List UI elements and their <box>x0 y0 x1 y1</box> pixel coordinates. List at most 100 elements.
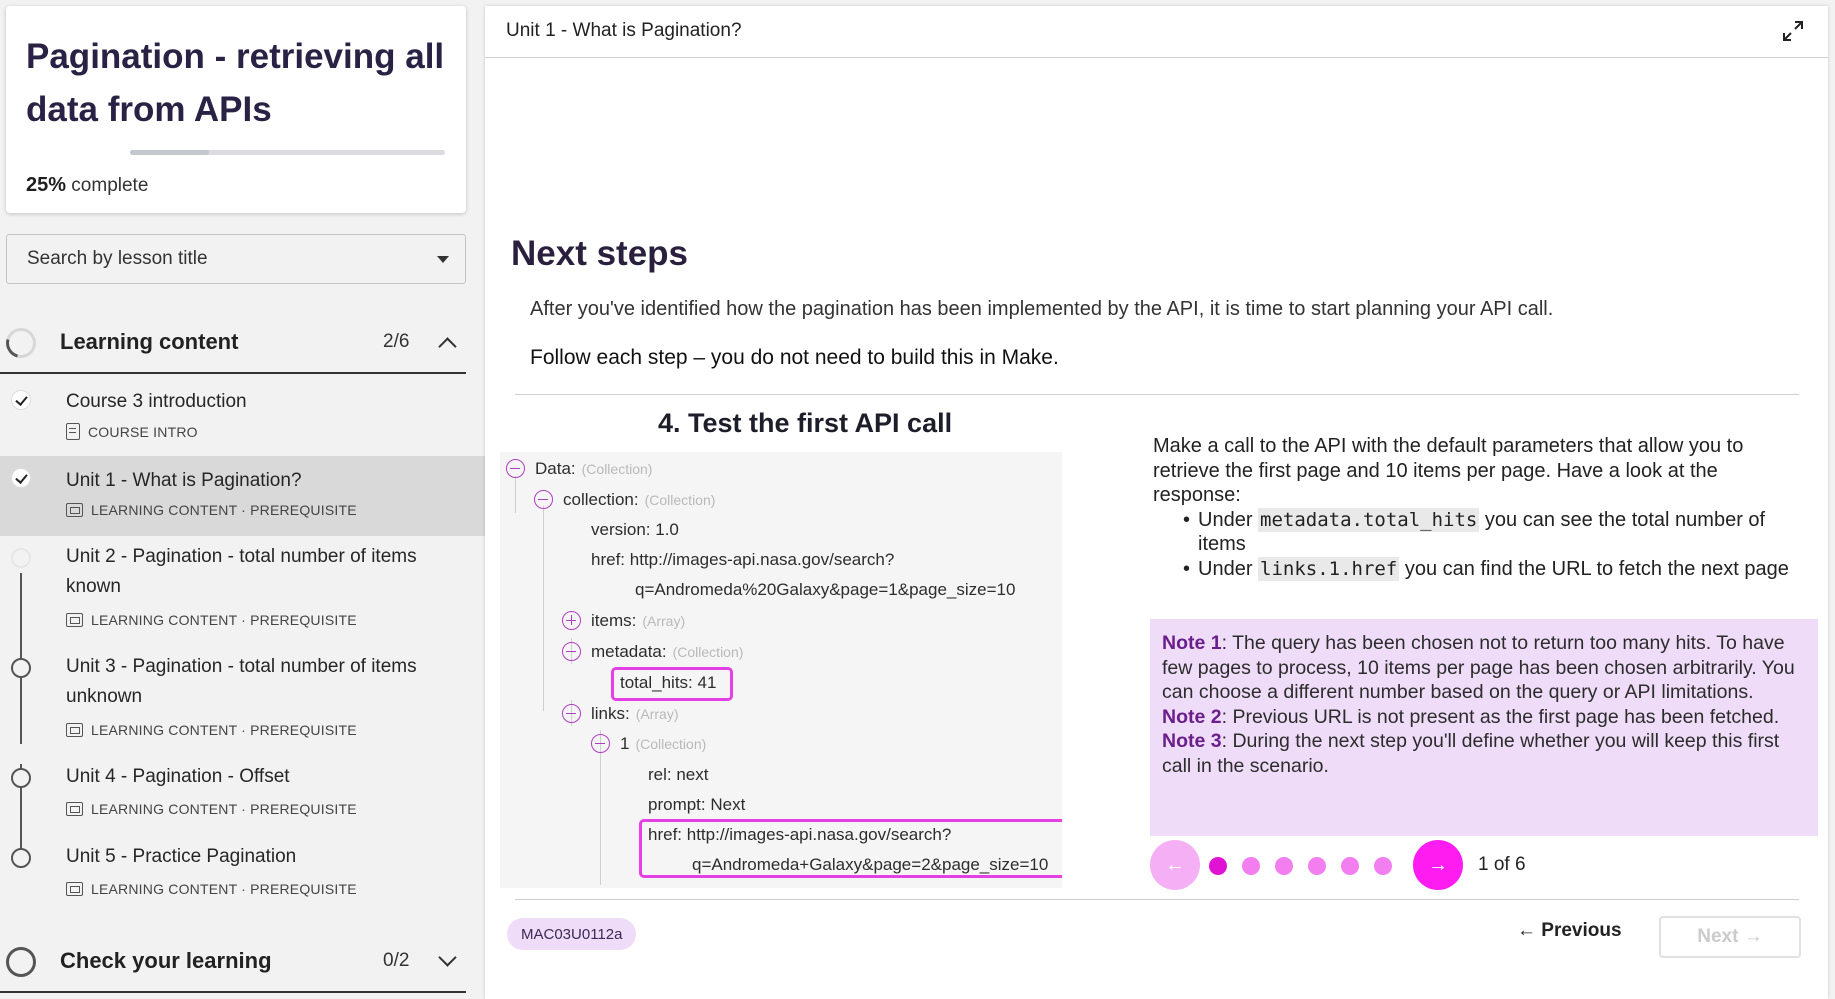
next-button[interactable]: Next → <box>1659 916 1801 958</box>
lesson-item-unit-4[interactable]: Unit 4 - Pagination - Offset LEARNING CO… <box>0 756 485 836</box>
content-header: Unit 1 - What is Pagination? <box>485 6 1828 58</box>
previous-button[interactable]: ← Previous <box>1517 920 1622 942</box>
lesson-item-unit-1[interactable]: Unit 1 - What is Pagination? LEARNING CO… <box>0 456 485 536</box>
lesson-title: Unit 3 - Pagination - total number of it… <box>66 656 417 707</box>
section-count: 0/2 <box>383 950 410 971</box>
progress-suffix: complete <box>66 175 149 196</box>
progress-bar <box>130 150 445 155</box>
tree-node-href: href: http://images-api.nasa.gov/search? <box>591 550 895 569</box>
caret-down-icon <box>437 256 449 263</box>
tree-node-metadata: metadata: (Collection) <box>591 642 744 661</box>
circle-icon <box>11 848 31 868</box>
circle-icon <box>11 768 31 788</box>
notes-callout: Note 1: The query has been chosen not to… <box>1150 619 1818 836</box>
chevron-up-icon[interactable] <box>438 337 457 356</box>
note-3: Note 3: During the next step you'll defi… <box>1162 730 1780 777</box>
note-1: Note 1: The query has been chosen not to… <box>1162 632 1795 703</box>
document-icon <box>66 423 80 440</box>
lesson-item-unit-2[interactable]: Unit 2 - Pagination - total number of it… <box>0 536 485 646</box>
divider <box>515 394 1799 395</box>
collapse-icon[interactable] <box>534 490 553 509</box>
course-title-card: Pagination - retrieving all data from AP… <box>6 6 466 213</box>
carousel-dot[interactable] <box>1275 857 1293 875</box>
step-carousel: ← → 1 of 6 <box>1150 840 1550 894</box>
lesson-meta: LEARNING CONTENT · PREREQUISITE <box>91 502 357 518</box>
tree-node-next-href-cont: q=Andromeda+Galaxy&page=2&page_size=10 <box>692 855 1049 874</box>
tree-node-version: version: 1.0 <box>591 520 679 539</box>
tree-node-data: Data: (Collection) <box>535 459 653 478</box>
carousel-dot[interactable] <box>1374 857 1392 875</box>
expand-node-icon[interactable] <box>562 611 581 630</box>
course-title: Pagination - retrieving all data from AP… <box>26 37 445 129</box>
step-bullets: Under metadata.total_hits you can see th… <box>1183 507 1793 582</box>
lesson-search-select[interactable]: Search by lesson title <box>6 234 466 284</box>
section-label: Learning content <box>60 329 239 354</box>
tree-node-items: items: (Array) <box>591 611 686 630</box>
arrow-right-icon: → <box>1428 853 1448 876</box>
carousel-dot[interactable] <box>1308 857 1326 875</box>
tree-node-next-href: href: http://images-api.nasa.gov/search? <box>648 825 952 844</box>
tree-node-rel: rel: next <box>648 765 709 784</box>
carousel-next-button[interactable]: → <box>1413 840 1463 890</box>
lesson-meta: COURSE INTRO <box>88 423 198 440</box>
step-description-text: Make a call to the API with the default … <box>1153 435 1744 506</box>
expand-icon[interactable] <box>1782 20 1804 42</box>
lesson-content-panel: Unit 1 - What is Pagination? Next steps … <box>485 6 1828 999</box>
tree-line <box>600 730 601 885</box>
section-count: 2/6 <box>383 331 410 352</box>
follow-text: Follow each step – you do not need to bu… <box>530 346 1059 369</box>
carousel-dot[interactable] <box>1341 857 1359 875</box>
tree-node-prompt: prompt: Next <box>648 795 746 814</box>
progress-ring-icon <box>6 947 36 977</box>
tree-node-collection: collection: (Collection) <box>563 490 716 509</box>
step-description: Make a call to the API with the default … <box>1153 434 1793 581</box>
lesson-title: Course 3 introduction <box>66 391 247 412</box>
circle-icon <box>11 548 31 568</box>
slides-icon <box>66 503 83 517</box>
lesson-title: Unit 2 - Pagination - total number of it… <box>66 546 417 597</box>
lesson-meta: LEARNING CONTENT · PREREQUISITE <box>91 881 357 897</box>
tree-node-total-hits: total_hits: 41 <box>620 673 717 692</box>
progress-bar-fill <box>130 150 209 155</box>
json-response-tree: Data: (Collection) collection: (Collection… <box>500 452 1062 888</box>
lesson-title: Unit 5 - Practice Pagination <box>66 846 297 867</box>
collapse-icon[interactable] <box>591 734 610 753</box>
collapse-icon[interactable] <box>562 642 581 661</box>
check-icon <box>11 468 31 488</box>
progress-percent: 25% <box>26 174 67 196</box>
lesson-item-unit-5[interactable]: Unit 5 - Practice Pagination LEARNING CO… <box>0 836 485 916</box>
tree-node-1: 1 (Collection) <box>620 734 707 753</box>
lesson-search-placeholder: Search by lesson title <box>27 248 208 269</box>
lesson-title: Unit 4 - Pagination - Offset <box>66 766 290 787</box>
carousel-dot[interactable] <box>1209 857 1227 875</box>
lesson-meta: LEARNING CONTENT · PREREQUISITE <box>91 801 357 817</box>
section-label: Check your learning <box>60 948 272 973</box>
chevron-down-icon[interactable] <box>438 948 457 967</box>
breadcrumb: Unit 1 - What is Pagination? <box>506 20 742 41</box>
slides-icon <box>66 882 83 896</box>
carousel-counter: 1 of 6 <box>1478 854 1526 875</box>
note-2: Note 2: Previous URL is not present as t… <box>1162 705 1780 728</box>
section-check-your-learning[interactable]: Check your learning 0/2 <box>0 931 466 993</box>
slides-icon <box>66 802 83 816</box>
circle-icon <box>11 658 31 678</box>
lesson-meta: LEARNING CONTENT · PREREQUISITE <box>91 722 357 738</box>
lesson-code-badge: MAC03U0112a <box>507 918 637 950</box>
lesson-sidebar: Pagination - retrieving all data from AP… <box>0 0 485 999</box>
bullet-total-hits: Under metadata.total_hits you can see th… <box>1183 507 1793 557</box>
tree-line <box>543 506 544 711</box>
check-icon <box>11 390 31 410</box>
progress-ring-icon <box>0 322 42 364</box>
progress-text: 25% complete <box>26 174 148 197</box>
tree-line <box>515 476 516 513</box>
lesson-item-unit-3[interactable]: Unit 3 - Pagination - total number of it… <box>0 646 485 756</box>
collapse-icon[interactable] <box>506 459 525 478</box>
carousel-prev-button[interactable]: ← <box>1150 840 1200 890</box>
section-learning-content[interactable]: Learning content 2/6 <box>0 312 466 374</box>
bullet-links-href: Under links.1.href you can find the URL … <box>1183 556 1793 582</box>
lesson-item-course-intro[interactable]: Course 3 introduction COURSE INTRO <box>0 378 485 456</box>
collapse-icon[interactable] <box>562 704 581 723</box>
slides-icon <box>66 613 83 627</box>
tree-node-href-cont: q=Andromeda%20Galaxy&page=1&page_size=10 <box>635 580 1016 599</box>
carousel-dot[interactable] <box>1242 857 1260 875</box>
